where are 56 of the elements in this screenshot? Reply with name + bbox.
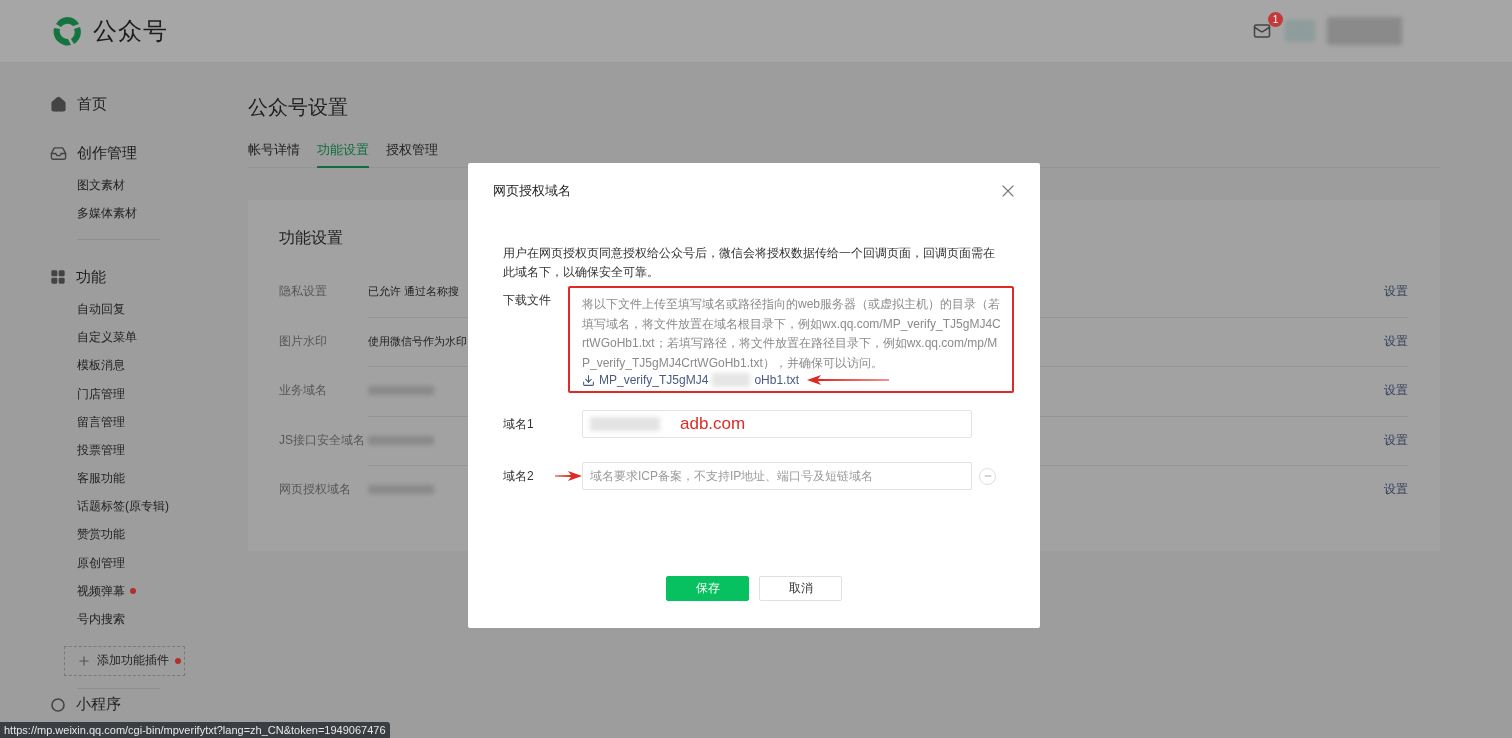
sidebar-section[interactable]: 创作管理: [50, 141, 248, 165]
sidebar-item[interactable]: 原创管理: [50, 549, 248, 578]
download-label: 下载文件: [503, 292, 552, 309]
setting-label: JS接口安全域名: [279, 431, 365, 449]
setting-value: 已允许 通过名称搜: [368, 284, 460, 300]
sidebar-item[interactable]: 自定义菜单: [50, 323, 248, 352]
sidebar-item[interactable]: 视频弹幕: [50, 577, 248, 606]
page-title: 公众号设置: [248, 95, 349, 120]
domain-label: 域名2: [503, 467, 535, 485]
inbox-icon: [50, 144, 67, 162]
sidebar-item[interactable]: 多媒体素材: [50, 199, 248, 228]
sidebar-section[interactable]: 小程序: [50, 692, 248, 717]
sidebar-item[interactable]: 模板消息: [50, 351, 248, 380]
sidebar-item[interactable]: 号内搜索: [50, 605, 248, 634]
sidebar-item[interactable]: 图文素材: [50, 171, 248, 200]
settings-link[interactable]: 设置: [1384, 481, 1408, 499]
grid-icon: [50, 269, 66, 286]
sidebar-item[interactable]: 自动回复: [50, 295, 248, 324]
sidebar-item[interactable]: 留言管理: [50, 408, 248, 437]
redacted-text: [590, 417, 660, 431]
dialog-description: 用户在网页授权页同意授权给公众号后，微信会将授权数据传给一个回调页面，回调页面需在此域名下，以确保安全可靠。: [503, 245, 996, 281]
status-bar: https://mp.weixin.qq.com/cgi-bin/mpverifytxt?lang=zh_CN&token=1949067476: [0, 722, 390, 738]
logo-text: 公众号: [93, 16, 168, 46]
plus-icon: [77, 653, 91, 668]
download-link[interactable]: MP_verify_TJ5gMJ4 oHb1.txt: [582, 373, 800, 387]
domain-field[interactable]: 域名要求ICP备案，不支持IP地址、端口号及短链域名: [582, 462, 972, 490]
sidebar-item[interactable]: 投票管理: [50, 436, 248, 465]
sidebar-item[interactable]: 话题标签(原专辑): [50, 492, 248, 521]
settings-link[interactable]: 设置: [1384, 332, 1408, 350]
settings-link[interactable]: 设置: [1384, 283, 1408, 301]
setting-label: 隐私设置: [279, 283, 327, 301]
download-instructions: 将以下文件上传至填写域名或路径指向的web服务器（或虚拟主机）的目录（若填写域名，将文件放置在域名根目录下，例如wx.qq.com/MP_verify_TJ5gMJ4CrtWGoHb1.txt；若填写路径，将文件放置在路径目录下，例如wx.qq.com/mp/MP_verify_TJ5gMJ4CrtWGoHb1.txt），并确保可以访问。: [582, 296, 1002, 372]
mail-button[interactable]: [1253, 22, 1271, 40]
sidebar-section[interactable]: 功能: [50, 265, 248, 290]
setting-label: 图片水印: [279, 332, 327, 350]
add-plugin-button[interactable]: 添加功能插件: [64, 645, 185, 676]
setting-value: 使用微信号作为水印: [368, 333, 467, 349]
settings-link[interactable]: 设置: [1384, 431, 1408, 449]
home-icon: [50, 95, 67, 113]
domain-field[interactable]: adb.com: [582, 410, 972, 438]
settings-link[interactable]: 设置: [1384, 382, 1408, 400]
tab[interactable]: 帐号详情: [248, 138, 300, 168]
mini-program-icon: [50, 696, 66, 713]
tab[interactable]: 授权管理: [386, 138, 438, 168]
download-icon: [582, 373, 595, 387]
sidebar-section[interactable]: 首页: [50, 92, 248, 116]
notification-badge: 1: [1268, 12, 1283, 27]
sidebar-item[interactable]: 门店管理: [50, 379, 248, 409]
setting-label: 业务域名: [279, 382, 327, 400]
sidebar-item[interactable]: 客服功能: [50, 464, 248, 493]
cancel-button[interactable]: 取消: [759, 576, 842, 601]
sidebar-item[interactable]: 赞赏功能: [50, 520, 248, 550]
setting-label: 网页授权域名: [279, 481, 351, 499]
domain-label: 域名1: [503, 415, 535, 433]
card-title: 功能设置: [279, 228, 344, 248]
dialog-title: 网页授权域名: [493, 182, 571, 200]
